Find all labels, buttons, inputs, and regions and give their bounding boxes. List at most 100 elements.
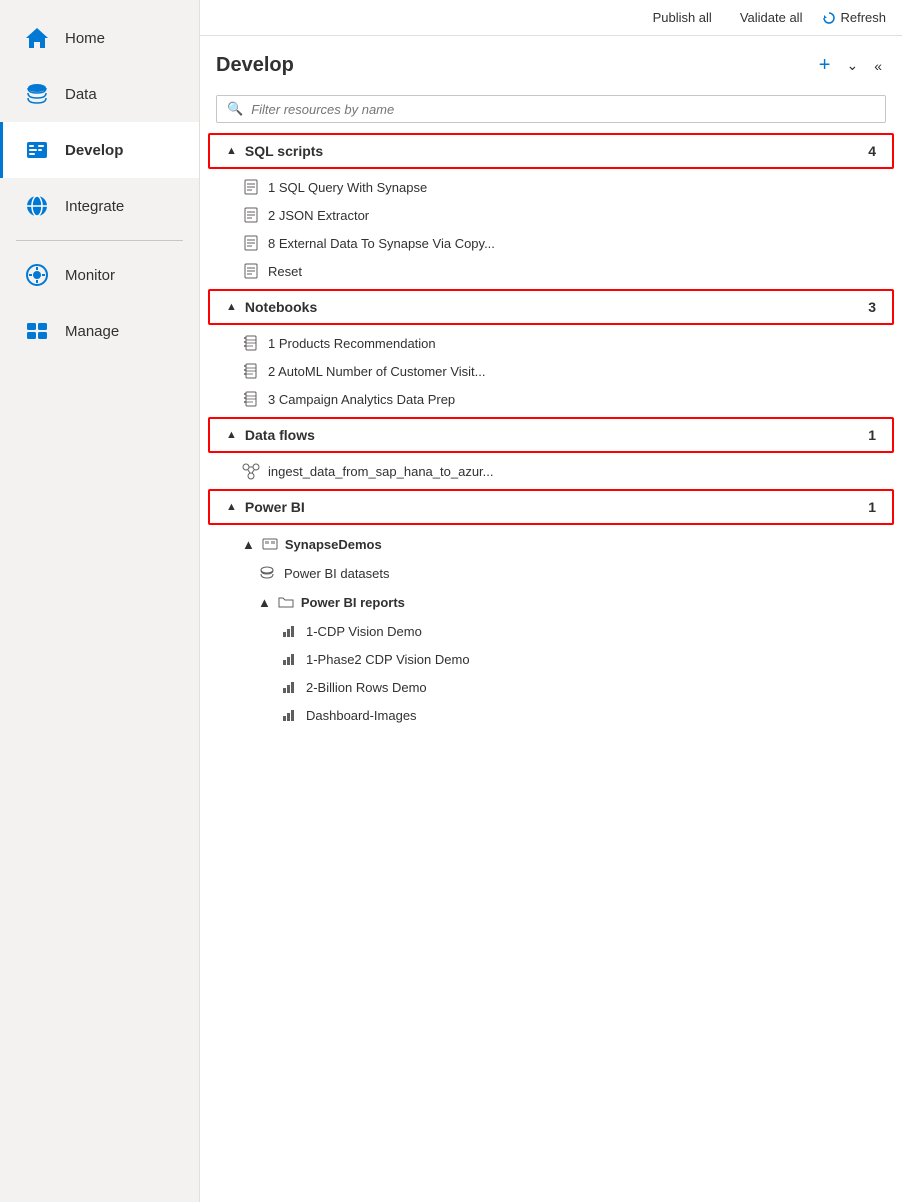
main-content: Publish all Validate all Refresh Develop… [200,0,902,1202]
power-bi-reports-label: Power BI reports [301,595,405,610]
notebooks-title: Notebooks [245,299,868,315]
power-bi-reports-chevron: ▲ [258,595,271,610]
power-bi-report-item[interactable]: 1-CDP Vision Demo [200,617,902,645]
report-item-label: Dashboard-Images [306,708,417,723]
tree-item-label: 1 SQL Query With Synapse [268,180,427,195]
sidebar-item-home[interactable]: Home [0,10,199,66]
sidebar-item-data-label: Data [65,86,97,103]
collapse-button[interactable]: « [870,54,886,78]
power-bi-reports-header[interactable]: ▲ Power BI reports [200,587,902,617]
sidebar-item-manage-label: Manage [65,323,119,340]
tree-item-label: ingest_data_from_sap_hana_to_azur... [268,464,494,479]
folder-icon [277,593,295,611]
sidebar-item-monitor-label: Monitor [65,267,115,284]
report-chart-icon [280,650,298,668]
refresh-label: Refresh [840,10,886,25]
sql-scripts-title: SQL scripts [245,143,868,159]
sql-scripts-items: 1 SQL Query With Synapse 2 JSON Extracto… [200,173,902,285]
sidebar-item-integrate-label: Integrate [65,198,124,215]
filter-input[interactable] [251,102,875,117]
tree-item[interactable]: 1 SQL Query With Synapse [200,173,902,201]
data-flows-chevron: ▲ [226,429,237,441]
monitor-icon [23,261,51,289]
power-bi-title: Power BI [245,499,868,515]
data-flows-section-header[interactable]: ▲ Data flows 1 [208,417,894,453]
power-bi-items: ▲ SynapseDemos Power BI datasets [200,529,902,729]
synapse-demos-header[interactable]: ▲ SynapseDemos [200,529,902,559]
develop-actions: + ⌄ « [815,50,886,81]
sidebar-item-integrate[interactable]: Integrate [0,178,199,234]
integrate-icon [23,192,51,220]
sql-scripts-chevron: ▲ [226,145,237,157]
sidebar-item-manage[interactable]: Manage [0,303,199,359]
sql-script-icon [242,206,260,224]
report-chart-icon [280,706,298,724]
sidebar-item-develop-label: Develop [65,142,123,159]
chevron-down-button[interactable]: ⌄ [842,53,862,78]
sql-script-icon [242,178,260,196]
synapse-demos-chevron: ▲ [242,537,255,552]
home-icon [23,24,51,52]
sql-script-icon [242,234,260,252]
tree-item[interactable]: 2 AutoML Number of Customer Visit... [200,357,902,385]
sql-scripts-count: 4 [868,143,876,159]
tree-item[interactable]: 8 External Data To Synapse Via Copy... [200,229,902,257]
notebooks-count: 3 [868,299,876,315]
develop-header: Develop + ⌄ « [200,36,902,89]
report-item-label: 1-Phase2 CDP Vision Demo [306,652,470,667]
report-chart-icon [280,622,298,640]
sql-script-icon [242,262,260,280]
notebook-icon [242,334,260,352]
add-button[interactable]: + [815,50,835,81]
power-bi-section-header[interactable]: ▲ Power BI 1 [208,489,894,525]
develop-icon [23,136,51,164]
power-bi-datasets-item[interactable]: Power BI datasets [200,559,902,587]
sidebar-item-monitor[interactable]: Monitor [0,247,199,303]
tree-item-label: Reset [268,264,302,279]
sidebar-divider [16,240,183,241]
tree-item[interactable]: 2 JSON Extractor [200,201,902,229]
sidebar-item-develop[interactable]: Develop [0,122,199,178]
notebook-icon [242,390,260,408]
data-flows-count: 1 [868,427,876,443]
top-bar: Publish all Validate all Refresh [200,0,902,36]
power-bi-count: 1 [868,499,876,515]
tree-item[interactable]: ingest_data_from_sap_hana_to_azur... [200,457,902,485]
power-bi-report-item[interactable]: 1-Phase2 CDP Vision Demo [200,645,902,673]
develop-panel: Develop + ⌄ « 🔍 ▲ SQL scripts 4 1 SQL Qu… [200,36,902,1202]
power-bi-report-item[interactable]: Dashboard-Images [200,701,902,729]
synapse-demos-label: SynapseDemos [285,537,382,552]
develop-title: Develop [216,54,294,77]
tree-item[interactable]: 3 Campaign Analytics Data Prep [200,385,902,413]
notebook-icon [242,362,260,380]
report-chart-icon [280,678,298,696]
data-flows-items: ingest_data_from_sap_hana_to_azur... [200,457,902,485]
workspace-icon [261,535,279,553]
refresh-icon [822,11,836,25]
notebooks-chevron: ▲ [226,301,237,313]
power-bi-datasets-label: Power BI datasets [284,566,390,581]
tree-item[interactable]: Reset [200,257,902,285]
sidebar-item-data[interactable]: Data [0,66,199,122]
tree-item[interactable]: 1 Products Recommendation [200,329,902,357]
tree-item-label: 1 Products Recommendation [268,336,436,351]
sql-scripts-section-header[interactable]: ▲ SQL scripts 4 [208,133,894,169]
refresh-button[interactable]: Refresh [822,10,886,25]
notebooks-items: 1 Products Recommendation 2 AutoML Numbe… [200,329,902,413]
report-item-label: 2-Billion Rows Demo [306,680,427,695]
data-icon [23,80,51,108]
data-flows-title: Data flows [245,427,868,443]
data-flow-icon [242,462,260,480]
tree-item-label: 8 External Data To Synapse Via Copy... [268,236,495,251]
sidebar: Home Data Develop [0,0,200,1202]
power-bi-report-item[interactable]: 2-Billion Rows Demo [200,673,902,701]
tree-item-label: 3 Campaign Analytics Data Prep [268,392,455,407]
publish-all-button[interactable]: Publish all [645,6,720,29]
filter-search-icon: 🔍 [227,101,243,117]
validate-all-button[interactable]: Validate all [732,6,811,29]
sidebar-item-home-label: Home [65,30,105,47]
manage-icon [23,317,51,345]
power-bi-chevron: ▲ [226,501,237,513]
dataset-icon [258,564,276,582]
notebooks-section-header[interactable]: ▲ Notebooks 3 [208,289,894,325]
